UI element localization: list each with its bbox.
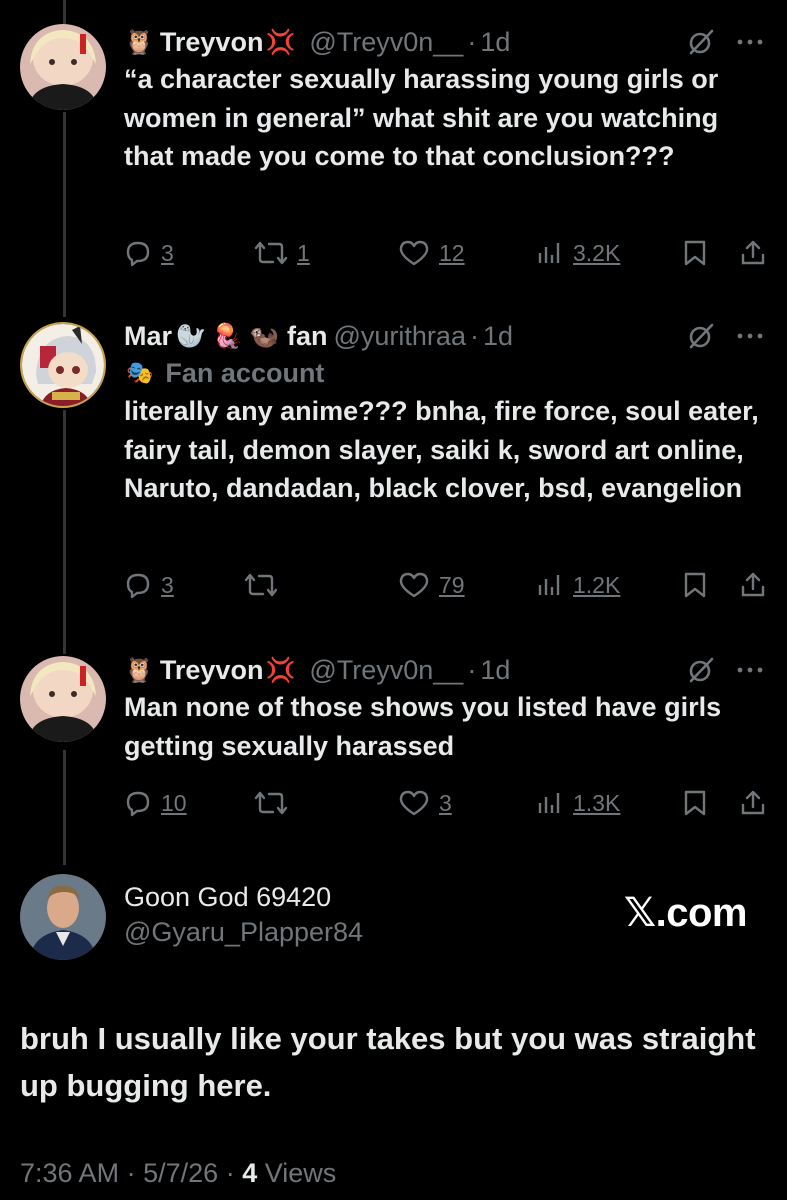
like-count: 12 bbox=[439, 239, 465, 266]
like-icon bbox=[398, 571, 430, 599]
separator-dot: · bbox=[126, 1158, 136, 1188]
separator-dot: · bbox=[467, 26, 477, 57]
like-button[interactable]: 3 bbox=[398, 786, 452, 820]
avatar[interactable] bbox=[20, 24, 106, 110]
tweet-header: Mar 🦭 🪼 🦦 fan @yurithraa · 1d bbox=[124, 318, 763, 354]
tweet-text: literally any anime??? bnha, fire force,… bbox=[124, 396, 759, 503]
reply-icon bbox=[124, 571, 152, 599]
reply-icon bbox=[124, 789, 152, 817]
views-button[interactable]: 1.3K bbox=[536, 786, 620, 820]
post-time[interactable]: 7:36 AM bbox=[20, 1158, 119, 1188]
tweet-header: 🦉 Treyvon 💢 @Treyv0n__ · 1d bbox=[124, 24, 763, 60]
action-bar: 3 79 1.2K bbox=[124, 568, 767, 602]
repost-button[interactable]: 1 bbox=[254, 236, 310, 270]
user-handle[interactable]: @Treyv0n__ bbox=[309, 655, 463, 686]
share-group bbox=[683, 236, 767, 270]
views-icon bbox=[536, 789, 564, 817]
fan-account-label: 🎭 Fan account bbox=[124, 354, 763, 392]
separator-dot: · bbox=[467, 654, 477, 685]
views-icon bbox=[536, 239, 564, 267]
share-icon[interactable] bbox=[739, 571, 767, 599]
repost-icon bbox=[254, 239, 288, 267]
x-watermark: 𝕏.com bbox=[623, 891, 748, 935]
like-count: 3 bbox=[439, 789, 452, 816]
user-handle[interactable]: @yurithraa bbox=[334, 321, 466, 352]
views-count: 4 bbox=[242, 1158, 258, 1188]
anger-emoji: 💢 bbox=[265, 656, 296, 684]
thread-line bbox=[63, 410, 66, 654]
reply-button[interactable]: 3 bbox=[124, 568, 174, 602]
bookmark-icon[interactable] bbox=[683, 571, 707, 599]
share-icon[interactable] bbox=[739, 239, 767, 267]
views-button[interactable]: 1.2K bbox=[536, 568, 620, 602]
like-icon bbox=[398, 239, 430, 267]
repost-button[interactable] bbox=[254, 786, 288, 820]
repost-button[interactable] bbox=[244, 568, 278, 602]
reply-count: 10 bbox=[161, 789, 187, 816]
avatar[interactable] bbox=[20, 322, 106, 408]
display-name-suffix[interactable]: fan bbox=[287, 321, 328, 352]
grok-icon[interactable] bbox=[687, 656, 715, 684]
anger-emoji: 💢 bbox=[265, 28, 296, 56]
bookmark-icon[interactable] bbox=[683, 239, 707, 267]
tweet-text: “a character sexually harassing young gi… bbox=[124, 64, 719, 171]
timestamp[interactable]: 1d bbox=[480, 655, 510, 686]
repost-icon bbox=[244, 571, 278, 599]
more-icon[interactable] bbox=[737, 666, 763, 674]
share-group bbox=[683, 786, 767, 820]
share-icon[interactable] bbox=[739, 789, 767, 817]
reply-count: 3 bbox=[161, 239, 174, 266]
views-count: 1.3K bbox=[573, 789, 621, 816]
separator-dot: · bbox=[469, 320, 479, 351]
like-button[interactable]: 12 bbox=[398, 236, 465, 270]
share-group bbox=[683, 568, 767, 602]
timestamp[interactable]: 1d bbox=[480, 27, 510, 58]
views-label: Views bbox=[264, 1158, 337, 1188]
repost-icon bbox=[254, 789, 288, 817]
repost-count: 1 bbox=[297, 239, 310, 266]
views-count: 3.2K bbox=[573, 239, 621, 266]
like-count: 79 bbox=[439, 571, 465, 598]
thread-line bbox=[63, 750, 66, 865]
display-name[interactable]: Treyvon bbox=[160, 27, 264, 58]
grok-icon[interactable] bbox=[687, 28, 715, 56]
fan-account-text: Fan account bbox=[165, 357, 325, 388]
avatar[interactable] bbox=[20, 656, 106, 742]
post-date[interactable]: 5/7/26 bbox=[143, 1158, 218, 1188]
user-handle[interactable]: @Treyv0n__ bbox=[309, 27, 463, 58]
views-icon bbox=[536, 571, 564, 599]
more-icon[interactable] bbox=[737, 38, 763, 46]
separator-dot: · bbox=[225, 1158, 235, 1188]
bookmark-icon[interactable] bbox=[683, 789, 707, 817]
like-button[interactable]: 79 bbox=[398, 568, 465, 602]
owl-emoji: 🦉 bbox=[124, 656, 154, 684]
thread-line bbox=[63, 112, 66, 317]
reply-icon bbox=[124, 239, 152, 267]
action-bar: 10 3 1.3K bbox=[124, 786, 767, 820]
reply-button[interactable]: 10 bbox=[124, 786, 187, 820]
more-icon[interactable] bbox=[737, 332, 763, 340]
avatar[interactable] bbox=[20, 874, 106, 960]
tweet-meta: 7:36 AM · 5/7/26 · 4 Views bbox=[20, 1158, 336, 1189]
reply-count: 3 bbox=[161, 571, 174, 598]
grok-icon[interactable] bbox=[687, 322, 715, 350]
action-bar: 3 1 12 3.2K bbox=[124, 236, 767, 270]
owl-emoji: 🦉 bbox=[124, 28, 154, 56]
reply-button[interactable]: 3 bbox=[124, 236, 174, 270]
views-count: 1.2K bbox=[573, 571, 621, 598]
display-name[interactable]: Treyvon bbox=[160, 655, 264, 686]
user-handle[interactable]: @Gyaru_Plapper84 bbox=[124, 917, 363, 948]
tweet-header: 🦉 Treyvon 💢 @Treyv0n__ · 1d bbox=[124, 652, 763, 688]
views-button[interactable]: 3.2K bbox=[536, 236, 620, 270]
mask-icon: 🎭 bbox=[126, 360, 154, 385]
display-name[interactable]: Goon God 69420 bbox=[124, 882, 363, 913]
thread-line bbox=[63, 0, 66, 24]
tweet-text: bruh I usually like your takes but you w… bbox=[20, 1021, 756, 1103]
name-emojis: 🦭 🪼 🦦 bbox=[176, 322, 279, 350]
display-name[interactable]: Mar bbox=[124, 321, 172, 352]
like-icon bbox=[398, 789, 430, 817]
tweet-text: Man none of those shows you listed have … bbox=[124, 692, 722, 761]
timestamp[interactable]: 1d bbox=[483, 321, 513, 352]
